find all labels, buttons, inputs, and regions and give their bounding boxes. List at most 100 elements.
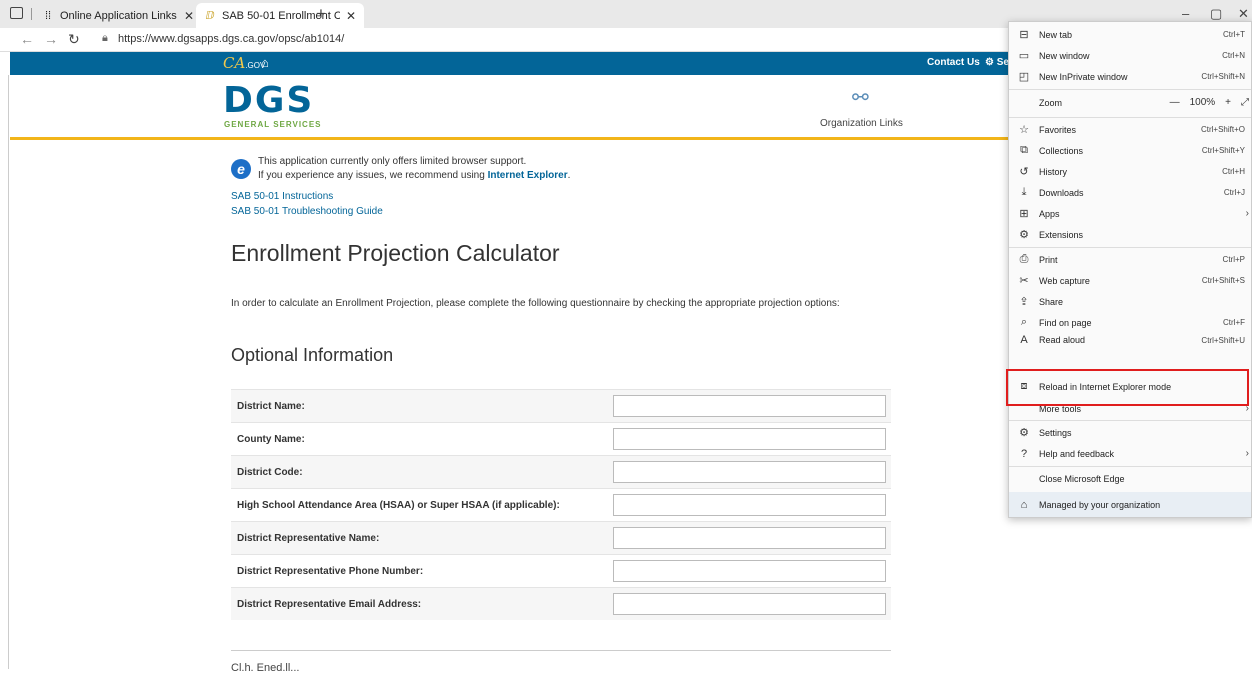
menu-item-favorites[interactable]: ☆ Favorites Ctrl+Shift+O: [1009, 119, 1251, 140]
form-row: County Name:: [231, 422, 891, 455]
zoom-out-button[interactable]: —: [1170, 97, 1180, 108]
ca-gov-icon: ⅅ: [205, 9, 215, 22]
menu-item-new-window[interactable]: ▭ New window Ctrl+N: [1009, 45, 1251, 66]
forward-icon[interactable]: →: [44, 31, 58, 47]
favorites-icon: ☆: [1019, 124, 1029, 136]
form-row: District Name:: [231, 389, 891, 422]
troubleshooting-link[interactable]: SAB 50-01 Troubleshooting Guide: [231, 206, 383, 217]
restore-icon[interactable]: ▢: [1210, 6, 1222, 22]
collections-icon: ⧉: [1020, 144, 1028, 156]
minimize-icon[interactable]: –: [1182, 6, 1189, 21]
menu-item-extensions[interactable]: ⚙ Extensions: [1009, 224, 1251, 245]
menu-shortcut: Ctrl+P: [1222, 255, 1245, 264]
menu-shortcut: Ctrl+N: [1222, 51, 1245, 60]
menu-label: Settings: [1039, 427, 1072, 438]
lock-icon[interactable]: 🔒︎: [102, 32, 108, 45]
tab-title: Online Application Links for Schools: [60, 9, 178, 22]
history-icon: ↺: [1019, 166, 1029, 178]
menu-shortcut: Ctrl+T: [1223, 30, 1245, 39]
refresh-icon[interactable]: ↻: [68, 31, 80, 48]
inprivate-icon: ◰: [1018, 71, 1030, 83]
menu-item-managed[interactable]: ⌂ Managed by your organization: [1009, 492, 1251, 517]
zoom-level: 100%: [1189, 97, 1216, 108]
share-icon: ⇪: [1019, 296, 1029, 308]
zoom-in-button[interactable]: +: [1225, 97, 1231, 108]
menu-item-zoom: Zoom — 100% + ⤢: [1009, 92, 1251, 113]
menu-label: Help and feedback: [1039, 448, 1115, 459]
rep-name-input[interactable]: [613, 527, 886, 549]
tab-separator: [31, 8, 32, 20]
rep-email-input[interactable]: [613, 593, 886, 615]
back-icon[interactable]: ←: [20, 31, 34, 47]
menu-item-downloads[interactable]: ⤓ Downloads Ctrl+J: [1009, 182, 1251, 203]
optional-info-form: District Name: County Name: District Cod…: [231, 389, 891, 620]
new-tab-icon: ⊟: [1019, 29, 1029, 41]
menu-label: New tab: [1039, 29, 1073, 40]
menu-item-history[interactable]: ↺ History Ctrl+H: [1009, 161, 1251, 182]
web-capture-icon: ✂: [1019, 275, 1029, 287]
menu-item-help[interactable]: ? Help and feedback ›: [1009, 443, 1251, 464]
notice-text: If you experience any issues, we recomme…: [258, 170, 488, 181]
home-icon[interactable]: ⌂: [261, 55, 269, 70]
highlight-box: [1006, 369, 1249, 406]
menu-item-close-edge[interactable]: Close Microsoft Edge: [1009, 468, 1251, 489]
menu-item-collections[interactable]: ⧉ Collections Ctrl+Shift+Y: [1009, 140, 1251, 161]
menu-label: Extensions: [1039, 229, 1084, 240]
county-name-input[interactable]: [613, 428, 886, 450]
menu-label: Close Microsoft Edge: [1039, 473, 1125, 484]
tab-actions-icon[interactable]: [10, 7, 23, 19]
menu-item-settings[interactable]: ⚙ Settings: [1009, 422, 1251, 443]
menu-item-share[interactable]: ⇪ Share: [1009, 291, 1251, 312]
gear-icon: ⚙: [1019, 427, 1029, 439]
district-name-input[interactable]: [613, 395, 886, 417]
menu-label: History: [1039, 166, 1068, 177]
dgs-logo[interactable]: DGS: [223, 83, 314, 119]
intro-text: In order to calculate an Enrollment Proj…: [231, 298, 840, 309]
rep-name-label: District Representative Name:: [237, 532, 380, 544]
menu-item-new-inprivate[interactable]: ◰ New InPrivate window Ctrl+Shift+N: [1009, 66, 1251, 87]
window-icon: ▭: [1018, 50, 1030, 62]
menu-shortcut: Ctrl+Shift+O: [1200, 125, 1245, 134]
menu-shortcut: Ctrl+H: [1222, 167, 1245, 176]
close-tab-icon[interactable]: ✕: [184, 9, 194, 23]
contact-us-link[interactable]: Contact Us: [927, 57, 980, 68]
close-tab-icon[interactable]: ✕: [346, 9, 356, 23]
menu-item-new-tab[interactable]: ⊟ New tab Ctrl+T: [1009, 24, 1251, 45]
apps-icon: ⊞: [1019, 208, 1029, 220]
new-tab-icon[interactable]: +: [316, 4, 326, 24]
settings-link[interactable]: ⚙ Se: [985, 57, 1009, 68]
browser-tab[interactable]: ⁞⁞ Online Application Links for Schools …: [34, 3, 202, 28]
menu-divider: [1009, 117, 1251, 118]
gear-icon: ⚙: [985, 57, 994, 68]
rep-phone-input[interactable]: [613, 560, 886, 582]
internet-explorer-icon: e: [231, 159, 251, 179]
link-icon[interactable]: ⚯: [852, 85, 869, 110]
menu-label: Managed by your organization: [1039, 499, 1161, 510]
fullscreen-icon[interactable]: ⤢: [1241, 97, 1249, 108]
form-row: District Representative Name:: [231, 521, 891, 554]
close-window-icon[interactable]: ✕: [1238, 6, 1249, 22]
rep-email-label: District Representative Email Address:: [237, 598, 422, 610]
organization-links-link[interactable]: Organization Links: [820, 118, 903, 129]
browser-recommendation: If you experience any issues, we recomme…: [258, 170, 570, 181]
menu-item-print[interactable]: ⎙ Print Ctrl+P: [1009, 249, 1251, 270]
internet-explorer-link[interactable]: Internet Explorer: [488, 170, 568, 181]
extensions-icon: ⚙: [1019, 229, 1029, 241]
menu-item-read-aloud[interactable]: A Read aloud Ctrl+Shift+U: [1009, 333, 1251, 347]
menu-label: Share: [1039, 296, 1064, 307]
chevron-right-icon: ›: [1245, 208, 1249, 219]
menu-item-apps[interactable]: ⊞ Apps ›: [1009, 203, 1251, 224]
section-title: Optional Information: [231, 345, 394, 365]
form-row: District Representative Email Address:: [231, 587, 891, 620]
district-code-input[interactable]: [613, 461, 886, 483]
browser-tab-active[interactable]: ⅅ SAB 50-01 Enrollment Certification ✕: [196, 3, 365, 28]
url-input[interactable]: https://www.dgsapps.dgs.ca.gov/opsc/ab10…: [118, 33, 344, 45]
menu-item-web-capture[interactable]: ✂ Web capture Ctrl+Shift+S: [1009, 270, 1251, 291]
menu-label: Print: [1039, 254, 1058, 265]
menu-divider: [1009, 247, 1251, 248]
menu-divider: [1009, 466, 1251, 467]
hsaa-input[interactable]: [613, 494, 886, 516]
instructions-link[interactable]: SAB 50-01 Instructions: [231, 191, 333, 202]
menu-item-find[interactable]: ⌕ Find on page Ctrl+F: [1009, 312, 1251, 333]
ca-gov-logo[interactable]: CA.GOV: [223, 54, 265, 72]
